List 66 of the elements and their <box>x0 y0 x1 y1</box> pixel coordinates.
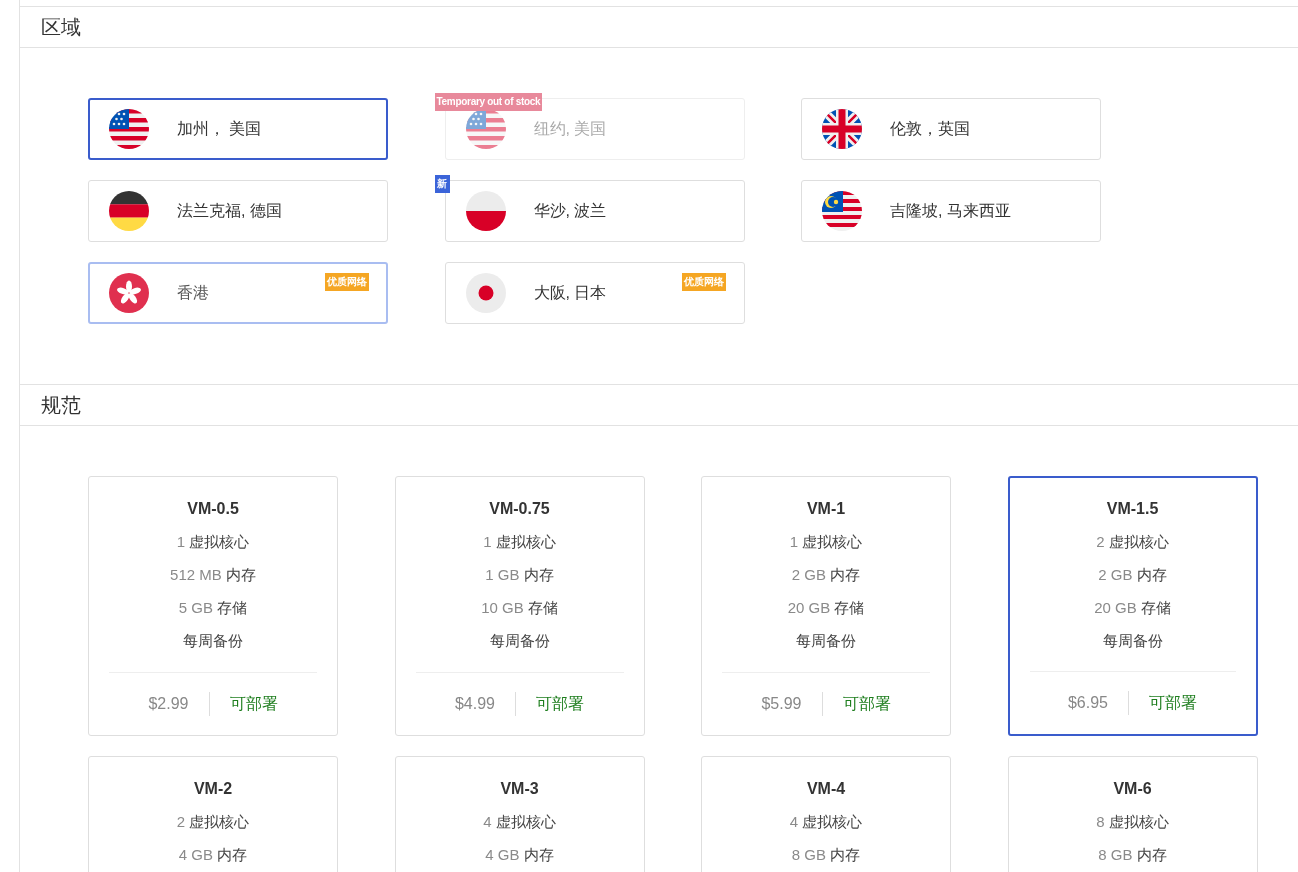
spec-line: 512 MB 内存 <box>170 565 256 585</box>
plan-card[interactable]: VM-1 1 虚拟核心 2 GB 内存 20 GB 存储 每周备份 $5.99 可部署 <box>701 476 951 736</box>
spec-line: 1 虚拟核心 <box>789 532 863 552</box>
spec-line: 1 GB 内存 <box>485 565 554 585</box>
status-text: 可部署 <box>229 694 278 714</box>
spec-line: 4 GB 内存 <box>485 845 554 865</box>
plan-card[interactable]: VM-4 4 虚拟核心 8 GB 内存 <box>701 756 951 872</box>
spec-line: 5 GB 存储 <box>178 598 248 618</box>
plan-title: VM-1 <box>806 499 846 519</box>
spec-line: 20 GB 存储 <box>1094 598 1171 618</box>
uk-flag-icon <box>822 109 862 149</box>
plan-card[interactable]: VM-0.75 1 虚拟核心 1 GB 内存 10 GB 存储 每周备份 $4.99 可部署 <box>394 476 645 736</box>
status-text: 可部署 <box>536 694 584 714</box>
japan-flag-icon <box>465 273 506 313</box>
network-tag: 优质网络 <box>681 273 726 291</box>
plan-title: VM-2 <box>193 779 233 799</box>
spec-line: 1 虚拟核心 <box>483 532 556 552</box>
price-text: $5.99 <box>761 694 802 714</box>
plan-title: VM-6 <box>1113 779 1152 799</box>
spec-line: 2 GB 内存 <box>1098 565 1167 585</box>
section-title: 规范 <box>41 393 81 418</box>
plan-title: VM-0.5 <box>187 499 239 519</box>
network-tag: 优质网络 <box>325 273 369 291</box>
poland-flag-icon <box>465 191 506 231</box>
spec-line: 2 虚拟核心 <box>1096 532 1169 552</box>
out-of-stock-tag: Temporary out of stock <box>434 93 543 111</box>
plan-title: VM-1.5 <box>1106 499 1159 519</box>
spec-line: 1 虚拟核心 <box>176 532 250 552</box>
new-tag: 新 <box>434 175 450 193</box>
spec-line: 4 虚拟核心 <box>789 812 863 832</box>
plan-title: VM-0.75 <box>489 499 550 519</box>
plan-card[interactable]: VM-3 4 虚拟核心 4 GB 内存 <box>394 756 645 872</box>
price-text: $2.99 <box>148 694 189 714</box>
plan-card[interactable]: VM-2 2 虚拟核心 4 GB 内存 <box>88 756 338 872</box>
plan-card[interactable]: VM-1.5 2 虚拟核心 2 GB 内存 20 GB 存储 每周备份 $6.95 可部署 <box>1007 476 1258 736</box>
hong-kong-flag-icon <box>109 273 149 313</box>
spec-line: 4 虚拟核心 <box>483 812 556 832</box>
region-card[interactable]: 法兰克福, 德国 <box>88 180 388 242</box>
status-text: 可部署 <box>1149 693 1197 713</box>
spec-line: 每周备份 <box>1102 631 1163 651</box>
spec-line: 每周备份 <box>183 631 243 651</box>
spec-line: 8 虚拟核心 <box>1096 812 1169 832</box>
plan-title: VM-3 <box>500 779 539 799</box>
region-card[interactable]: 吉隆坡, 马来西亚 <box>801 180 1101 242</box>
region-card[interactable]: 伦敦，英国 <box>801 98 1101 160</box>
plan-card[interactable]: VM-6 8 虚拟核心 8 GB 内存 <box>1007 756 1258 872</box>
plan-card[interactable]: VM-0.5 1 虚拟核心 512 MB 内存 5 GB 存储 每周备份 $2.99 可部署 <box>88 476 338 736</box>
spec-line: 4 GB 内存 <box>178 845 248 865</box>
plan-title: VM-4 <box>806 779 846 799</box>
spec-line: 8 GB 内存 <box>1098 845 1167 865</box>
spec-line: 8 GB 内存 <box>791 845 861 865</box>
germany-flag-icon <box>109 191 149 231</box>
spec-line: 20 GB 存储 <box>787 598 865 618</box>
status-text: 可部署 <box>842 694 891 714</box>
malaysia-flag-icon <box>822 191 862 231</box>
spec-line: 每周备份 <box>796 631 856 651</box>
section-title: 区域 <box>41 15 81 40</box>
region-card[interactable]: 加州， 美国 <box>88 98 388 160</box>
spec-line: 2 GB 内存 <box>791 565 861 585</box>
price-text: $4.99 <box>454 694 495 714</box>
spec-line: 10 GB 存储 <box>481 598 558 618</box>
spec-line: 2 虚拟核心 <box>176 812 250 832</box>
usa-flag-icon <box>465 109 506 149</box>
spec-line: 每周备份 <box>489 631 550 651</box>
price-text: $6.95 <box>1067 693 1108 713</box>
usa-flag-icon <box>109 109 149 149</box>
